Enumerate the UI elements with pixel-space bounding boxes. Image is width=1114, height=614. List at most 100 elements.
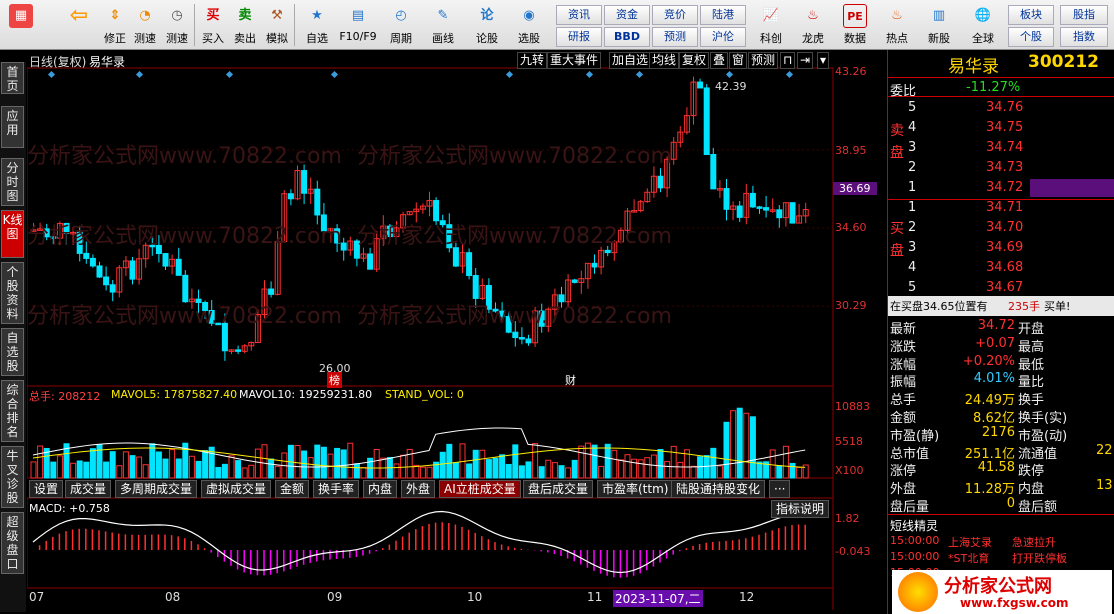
kline-chart[interactable]: 分析家公式网www.70822.com 分析家公式网www.70822.com … — [27, 50, 887, 610]
expand-icon[interactable]: ⇥ — [797, 52, 814, 69]
tab-virtual-volume[interactable]: 虚拟成交量 — [201, 480, 272, 498]
tab-super-handicap[interactable]: 超级盘口 — [1, 512, 24, 574]
stock-index-button[interactable]: 股指 — [1060, 5, 1108, 25]
tab-settings[interactable]: 设置 — [29, 480, 64, 498]
speed-button[interactable]: ◷ 测速 — [160, 2, 194, 48]
menu-forecast[interactable]: 预测 — [748, 52, 779, 69]
menu-overlay[interactable]: 叠 — [710, 52, 729, 69]
edit-button[interactable]: ⇕ 修正 — [98, 2, 132, 48]
stat-value: 0 — [1006, 496, 1015, 511]
sell-row-5[interactable]: 5 34.76 — [888, 98, 1114, 118]
tab-outer[interactable]: 外盘 — [401, 480, 436, 498]
menu-major-events[interactable]: 重大事件 — [547, 52, 602, 69]
sell-row-4[interactable]: 4 34.75 — [888, 118, 1114, 138]
menu-nine-turn[interactable]: 九转 — [517, 52, 548, 69]
date-label: 10 — [467, 590, 483, 604]
sell-row-3[interactable]: 3 34.74 — [888, 138, 1114, 158]
macd-axis-label: -0.043 — [835, 545, 871, 558]
hk-connect-button[interactable]: 陆港 — [700, 5, 746, 25]
tab-ai-volume[interactable]: AI立桩成交量 — [439, 480, 521, 498]
tab-diagnosis[interactable]: 牛叉诊股 — [1, 446, 24, 508]
sector-button[interactable]: 板块 — [1008, 5, 1054, 25]
date-label: 11 — [587, 590, 603, 604]
quote-panel: 易华录 300212 委比 -11.27% 卖盘 5 34.76 4 34.75 3… — [887, 50, 1114, 614]
volume-mavol5: MAVOL5: 17875827.40 — [111, 388, 238, 401]
dragon-tiger-button[interactable]: ♨ 龙虎 — [796, 2, 830, 48]
buy-row-3[interactable]: 3 34.69 — [888, 238, 1114, 258]
buy-button[interactable]: 买 买入 — [196, 2, 230, 48]
shanghai-london-button[interactable]: 沪伦 — [700, 27, 746, 47]
index-button[interactable]: 指数 — [1060, 27, 1108, 47]
volume-axis-label: 10883 — [835, 400, 870, 413]
tab-amount[interactable]: 金额 — [275, 480, 310, 498]
draw-button[interactable]: ✎ 画线 — [426, 2, 460, 48]
date-cursor-label: 2023-11-07,二 — [613, 590, 703, 607]
lock-icon[interactable]: ⊓ — [780, 52, 796, 69]
tab-after-hours[interactable]: 盘后成交量 — [523, 480, 594, 498]
tab-watchlist[interactable]: 自选股 — [1, 328, 24, 376]
marker-badge[interactable]: 财 — [565, 372, 576, 388]
bbd-button[interactable]: BBD — [604, 27, 650, 47]
tab-timeshare[interactable]: 分时图 — [1, 158, 24, 206]
tab-turnover[interactable]: 换手率 — [313, 480, 360, 498]
research-button[interactable]: 研报 — [556, 27, 602, 47]
grid-button[interactable]: ▦ — [4, 2, 38, 48]
tab-kline[interactable]: K线图 — [1, 210, 24, 258]
tab-volume[interactable]: 成交量 — [65, 480, 112, 498]
tab-home[interactable]: 首页 — [1, 62, 24, 94]
timer-button[interactable]: ◔ 测速 — [128, 2, 162, 48]
tab-multi-period-volume[interactable]: 多周期成交量 — [115, 480, 198, 498]
timer-icon: ◔ — [139, 8, 151, 23]
date-label: 09 — [327, 590, 343, 604]
chevron-down-icon[interactable]: ▾ — [817, 52, 830, 69]
select-button[interactable]: ◉ 选股 — [512, 2, 546, 48]
star-market-button[interactable]: 📈 科创 — [754, 2, 788, 48]
sell-row-2[interactable]: 2 34.73 — [888, 158, 1114, 178]
order-alert[interactable]: 在买盘34.65位置有 235手 买单! — [888, 296, 1114, 316]
pen-icon: ✎ — [437, 8, 449, 23]
left-tabs: 首页 应用 分时图 K线图 个股资料 自选股 综合排名 牛叉诊股 超级盘口 — [0, 62, 26, 612]
forecast-button[interactable]: 预测 — [652, 27, 698, 47]
menu-add-watch[interactable]: 加自选 — [609, 52, 652, 69]
tab-apps[interactable]: 应用 — [1, 106, 24, 148]
stat-value: 2176 — [981, 424, 1015, 440]
tab-ranking[interactable]: 综合排名 — [1, 380, 24, 442]
buy-row-5[interactable]: 5 34.67 — [888, 278, 1114, 298]
discuss-button[interactable]: 论 论股 — [470, 2, 504, 48]
buy-row-1[interactable]: 1 34.71 — [888, 198, 1114, 218]
simulate-button[interactable]: ⚒ 模拟 — [260, 2, 294, 48]
menu-adjust[interactable]: 复权 — [679, 52, 710, 69]
volume-stand: STAND_VOL: 0 — [385, 388, 464, 401]
tab-more[interactable]: ··· — [769, 480, 791, 498]
menu-moving-avg[interactable]: 均线 — [649, 52, 680, 69]
watchlist-button[interactable]: ★ 自选 — [300, 2, 334, 48]
date-label: 07 — [29, 590, 45, 604]
stat-value: 41.58 — [977, 460, 1015, 476]
indicator-info-button[interactable]: 指标说明 — [771, 500, 830, 518]
sell-button[interactable]: 卖 卖出 — [228, 2, 262, 48]
price-axis-label: 30.29 — [835, 299, 867, 312]
back-button[interactable]: ⇦ — [62, 2, 96, 48]
stat-label: 盘后量 — [890, 500, 930, 515]
f10-button[interactable]: ▤ F10/F9 — [338, 2, 378, 48]
menu-window[interactable]: 窗 — [729, 52, 748, 69]
sell-row-1[interactable]: 1 34.72 — [888, 178, 1114, 198]
tab-northbound[interactable]: 陆股通持股变化 — [671, 480, 766, 498]
capital-button[interactable]: 资金 — [604, 5, 650, 25]
global-button[interactable]: 🌐 全球 — [966, 2, 1000, 48]
tab-inner[interactable]: 内盘 — [363, 480, 398, 498]
tab-pe-ttm[interactable]: 市盈率(ttm) — [597, 480, 674, 498]
buy-row-4[interactable]: 4 34.68 — [888, 258, 1114, 278]
dragon-icon: ♨ — [807, 8, 819, 23]
hotspot-button[interactable]: ♨ 热点 — [880, 2, 914, 48]
buy-row-2[interactable]: 2 34.70 — [888, 218, 1114, 238]
single-stock-button[interactable]: 个股 — [1008, 27, 1054, 47]
new-stock-button[interactable]: ▥ 新股 — [922, 2, 956, 48]
data-button[interactable]: PE 数据 — [838, 2, 872, 48]
volume-axis-label: X100 — [835, 464, 864, 477]
tab-stock-info[interactable]: 个股资料 — [1, 262, 24, 324]
period-button[interactable]: ◴ 周期 — [384, 2, 418, 48]
news-button[interactable]: 资讯 — [556, 5, 602, 25]
marker-badge[interactable]: 榜 — [327, 372, 342, 388]
auction-button[interactable]: 竞价 — [652, 5, 698, 25]
